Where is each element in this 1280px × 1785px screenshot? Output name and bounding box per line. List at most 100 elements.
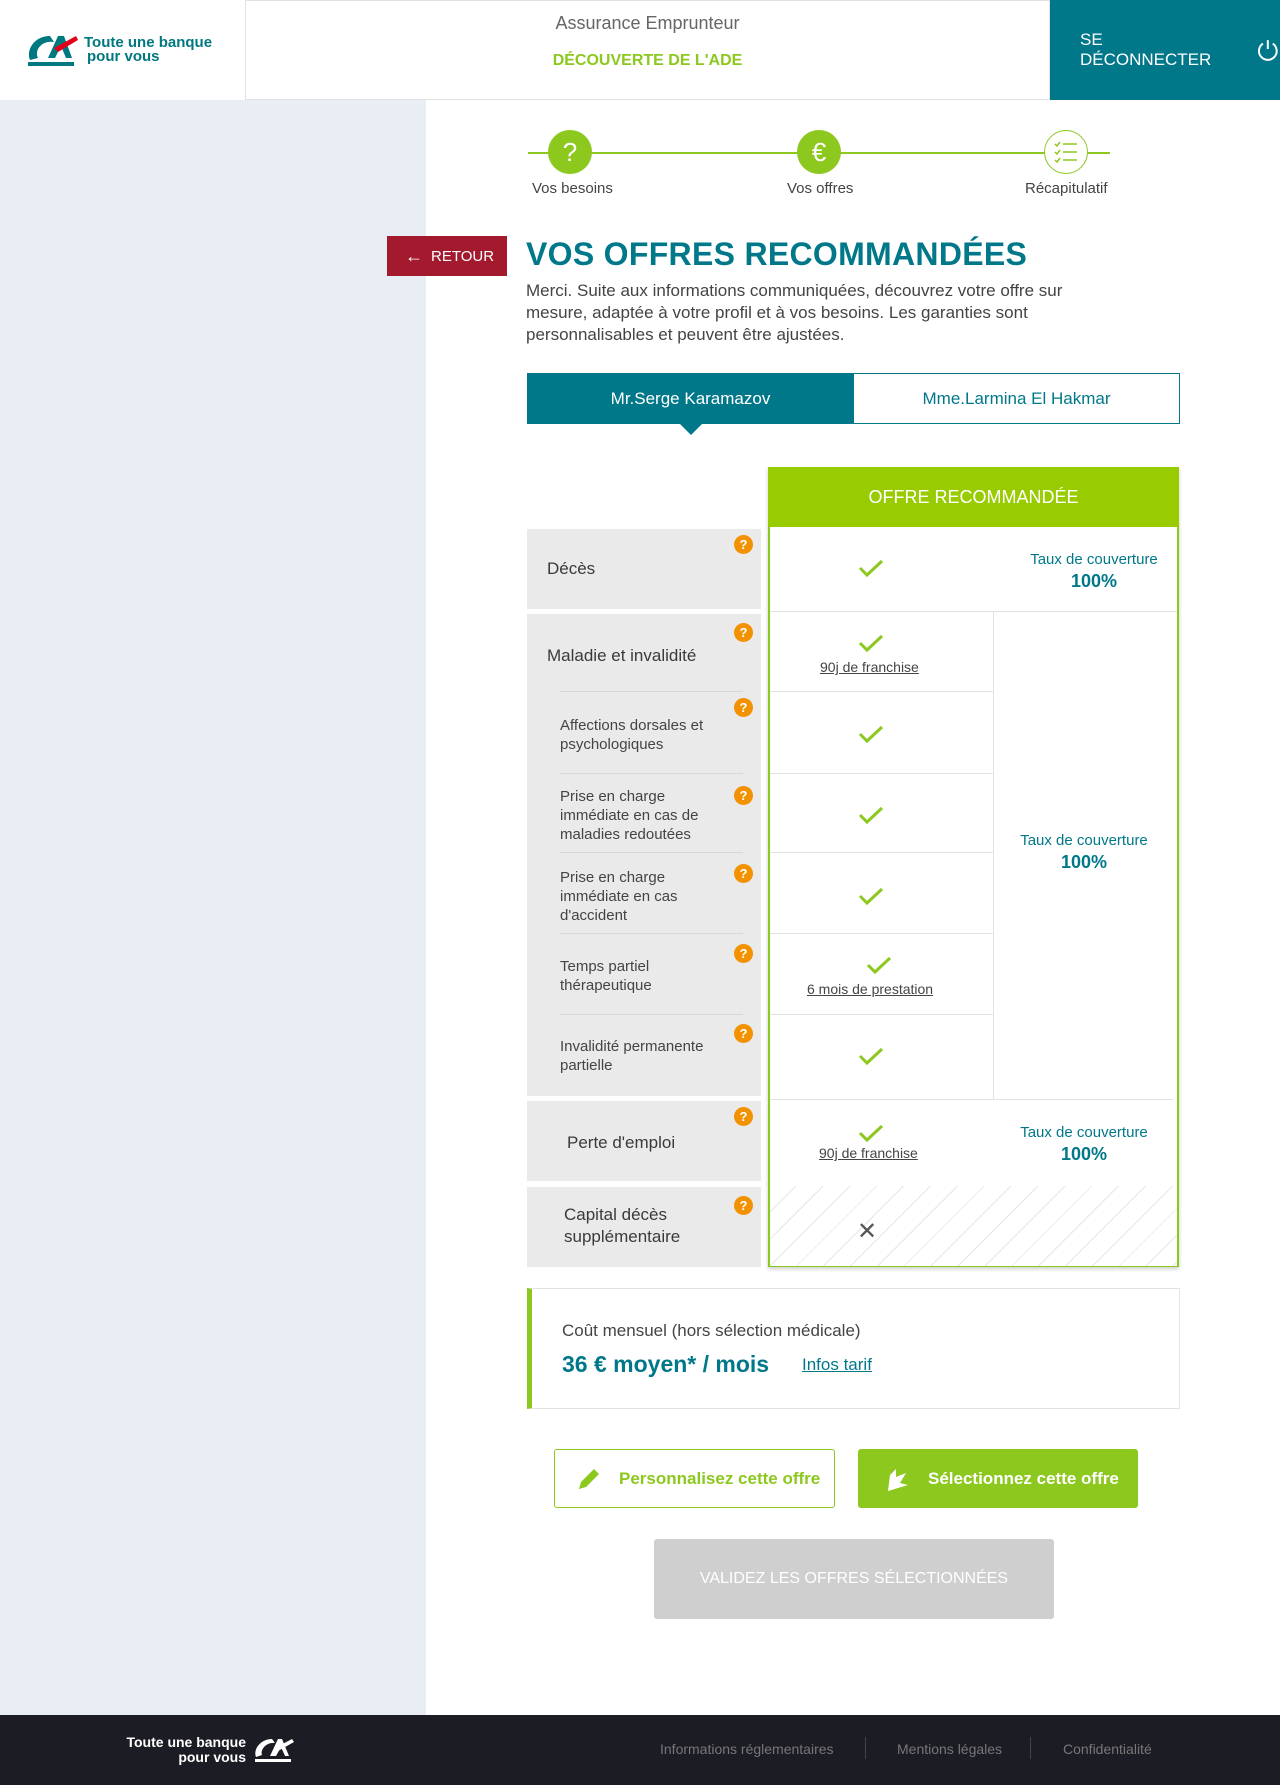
footer-tagline-line1: Toute une banque xyxy=(126,1734,246,1750)
checklist-icon xyxy=(1054,141,1077,164)
row-label-capital-deces: Capital décès supplémentaire xyxy=(527,1187,761,1267)
pencil-icon xyxy=(579,1468,599,1489)
capital-label: Capital décès supplémentaire xyxy=(564,1205,681,1246)
footer-divider xyxy=(865,1737,866,1759)
brand-tagline: Toute une banque pour vous xyxy=(84,35,212,65)
sub-temps-partiel-label: Temps partiel thérapeutique xyxy=(560,958,652,994)
header-title-block: Assurance Emprunteur DÉCOUVERTE DE L'ADE xyxy=(245,0,1050,100)
check-icon xyxy=(858,725,884,744)
perte-franchise-link[interactable]: 90j de franchise xyxy=(819,1145,918,1161)
maladie-franchise-link[interactable]: 90j de franchise xyxy=(820,659,919,675)
deces-label: Décès xyxy=(547,559,596,578)
coverage-value: 100% xyxy=(1070,571,1118,591)
logout-button[interactable]: SE DÉCONNECTER xyxy=(1050,0,1280,100)
help-icon[interactable]: ? xyxy=(734,944,753,963)
help-icon[interactable]: ? xyxy=(734,535,753,554)
step-label-offres: Vos offres xyxy=(787,180,854,197)
step-offres[interactable]: € xyxy=(797,130,841,174)
active-tab-pointer xyxy=(680,424,702,435)
row-label-maladie-group: Maladie et invalidité xyxy=(527,614,761,1096)
sub-invalidite-label: Invalidité permanente partielle xyxy=(560,1038,704,1074)
app-subtitle: DÉCOUVERTE DE L'ADE xyxy=(552,52,743,69)
tarif-info-link[interactable]: Infos tarif xyxy=(802,1355,872,1375)
coverage-value: 100% xyxy=(1060,1144,1108,1164)
footer-tagline: Toute une banque pour vous xyxy=(126,1735,246,1765)
coverage-value: 100% xyxy=(1060,852,1108,872)
progress-stepper: ? Vos besoins € Vos offres Récapitulatif xyxy=(528,130,1110,200)
coverage-label: Taux de couverture xyxy=(1030,551,1158,568)
customize-label: Personnalisez cette offre xyxy=(619,1468,821,1488)
check-icon xyxy=(858,1047,884,1066)
logout-label: SE DÉCONNECTER xyxy=(1080,30,1212,69)
cost-label: Coût mensuel (hors sélection médicale) xyxy=(562,1321,861,1340)
footer-divider xyxy=(1030,1737,1031,1759)
row-divider xyxy=(770,773,993,774)
footer: Toute une banque pour vous Informations … xyxy=(0,1715,1280,1785)
tagline-line2: pour vous xyxy=(87,48,160,65)
left-sidebar-background xyxy=(0,100,426,1715)
brand-logo[interactable]: Toute une banque pour vous xyxy=(0,0,245,100)
cost-value: 36 € moyen* / mois xyxy=(562,1351,770,1377)
check-icon xyxy=(858,634,884,653)
coverage-label: Taux de couverture xyxy=(1020,1124,1148,1141)
row-divider xyxy=(770,1014,993,1015)
back-label: RETOUR xyxy=(431,247,495,265)
help-icon[interactable]: ? xyxy=(734,698,753,717)
unavailable-hatch xyxy=(770,1186,1177,1266)
sub-divider xyxy=(560,933,743,934)
footer-tagline-line2: pour vous xyxy=(178,1749,246,1765)
monthly-cost-box: Coût mensuel (hors sélection médicale) 3… xyxy=(527,1288,1180,1409)
check-icon xyxy=(858,1124,884,1143)
offer-header: OFFRE RECOMMANDÉE xyxy=(768,467,1179,527)
footer-link-confidentialite[interactable]: Confidentialité xyxy=(1063,1741,1152,1757)
question-icon: ? xyxy=(562,136,578,167)
back-button[interactable]: ← RETOUR xyxy=(387,236,507,276)
row-divider xyxy=(770,933,993,934)
row-divider xyxy=(770,611,1177,612)
validate-offers-button[interactable]: VALIDEZ LES OFFRES SÉLECTIONNÉES xyxy=(654,1539,1054,1619)
coverage-label: Taux de couverture xyxy=(1020,832,1148,849)
sub-affections-label: Affections dorsales et psychologiques xyxy=(560,717,704,753)
tab-person-serge[interactable]: Mr.Serge Karamazov xyxy=(527,373,854,424)
select-offer-button[interactable]: Sélectionnez cette offre xyxy=(858,1449,1138,1508)
cross-icon: ✕ xyxy=(857,1218,878,1245)
ca-logo-icon xyxy=(28,36,78,66)
help-icon[interactable]: ? xyxy=(734,1196,753,1215)
pointer-icon xyxy=(888,1468,908,1491)
footer-link-mentions[interactable]: Mentions légales xyxy=(897,1741,1002,1757)
intro-text: Merci. Suite aux informations communiqué… xyxy=(526,281,1063,344)
check-icon xyxy=(858,559,884,578)
step-besoins[interactable]: ? xyxy=(548,130,592,174)
sub-maladies-redoutees-label: Prise en charge immédiate en cas de mala… xyxy=(560,788,699,843)
check-icon xyxy=(866,956,892,975)
check-icon xyxy=(858,806,884,825)
help-icon[interactable]: ? xyxy=(734,1107,753,1126)
column-divider xyxy=(993,611,994,1099)
tab-person-larmina[interactable]: Mme.Larmina El Hakmar xyxy=(853,373,1180,424)
select-label: Sélectionnez cette offre xyxy=(928,1468,1119,1488)
row-divider xyxy=(770,1099,1173,1100)
help-icon[interactable]: ? xyxy=(734,786,753,805)
help-icon[interactable]: ? xyxy=(734,1024,753,1043)
app-title: Assurance Emprunteur xyxy=(555,13,740,33)
help-icon[interactable]: ? xyxy=(734,623,753,642)
temps-partiel-prestation-link[interactable]: 6 mois de prestation xyxy=(807,981,933,997)
sub-divider xyxy=(560,852,743,853)
help-icon[interactable]: ? xyxy=(734,864,753,883)
check-icon xyxy=(858,887,884,906)
customize-offer-button[interactable]: Personnalisez cette offre xyxy=(554,1449,835,1508)
sub-divider xyxy=(560,773,743,774)
row-divider xyxy=(770,691,993,692)
euro-icon: € xyxy=(811,136,827,167)
power-icon xyxy=(1258,40,1278,61)
step-label-besoins: Vos besoins xyxy=(532,180,613,197)
sub-divider xyxy=(560,691,743,692)
sub-divider xyxy=(560,1014,743,1015)
row-label-perte-emploi: Perte d'emploi xyxy=(527,1101,761,1181)
step-recapitulatif[interactable] xyxy=(1044,130,1088,174)
perte-label: Perte d'emploi xyxy=(567,1133,676,1152)
footer-link-informations[interactable]: Informations réglementaires xyxy=(660,1741,834,1757)
step-label-recapitulatif: Récapitulatif xyxy=(1025,180,1108,197)
header: Toute une banque pour vous Assurance Emp… xyxy=(0,0,1280,100)
page-title: VOS OFFRES RECOMMANDÉES xyxy=(526,236,1028,272)
